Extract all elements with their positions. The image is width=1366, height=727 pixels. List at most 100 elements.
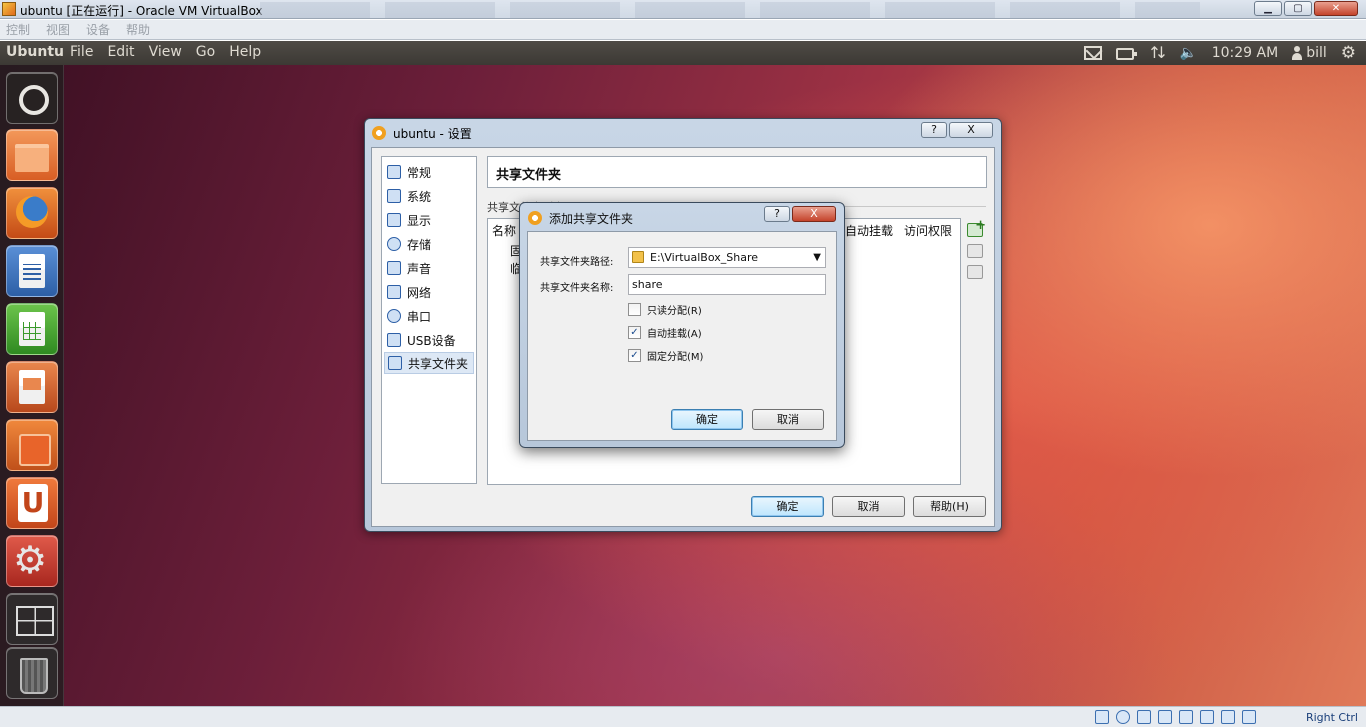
clock[interactable]: 10:29 AM xyxy=(1212,45,1278,61)
help-button[interactable]: ? xyxy=(764,206,790,222)
virtualbox-icon xyxy=(2,2,16,16)
nav-label: USB设备 xyxy=(407,333,456,348)
menu-view[interactable]: 视图 xyxy=(46,21,70,38)
nav-label: 共享文件夹 xyxy=(408,356,469,371)
menu-devices[interactable]: 设备 xyxy=(86,21,110,38)
libreoffice-impress-icon[interactable] xyxy=(6,361,58,413)
ok-button[interactable]: 确定 xyxy=(671,409,743,430)
nav-serial[interactable]: 串口 xyxy=(384,305,474,327)
libreoffice-calc-icon[interactable] xyxy=(6,303,58,355)
system-settings-icon[interactable] xyxy=(6,535,58,587)
nav-usb[interactable]: USB设备 xyxy=(384,329,474,351)
menu-help[interactable]: Help xyxy=(229,44,261,60)
host-title-bar: ubuntu [正在运行] - Oracle VM VirtualBox ▁ ▢… xyxy=(0,0,1366,19)
column-access[interactable]: 访问权限 xyxy=(904,222,952,239)
settings-dialog-title: ubuntu - 设置 xyxy=(393,127,472,141)
video-capture-icon[interactable] xyxy=(1200,710,1214,724)
nav-general[interactable]: 常规 xyxy=(384,161,474,183)
help-button[interactable]: ? xyxy=(921,122,947,138)
permanent-checkbox-row[interactable]: ✓ 固定分配(M) xyxy=(628,347,703,363)
software-center-icon[interactable] xyxy=(6,419,58,471)
libreoffice-writer-icon[interactable] xyxy=(6,245,58,297)
settings-cog-icon xyxy=(372,126,386,140)
network-adapter-icon xyxy=(387,285,401,299)
nav-label: 显示 xyxy=(407,213,432,228)
background-taskbar-ghosts xyxy=(260,2,1200,18)
menu-view[interactable]: View xyxy=(149,44,182,60)
column-name[interactable]: 名称 xyxy=(492,222,516,239)
display-icon xyxy=(387,213,401,227)
ubuntu-top-panel: Ubuntu File Edit View Go Help 🔈 10:29 AM… xyxy=(0,41,1366,65)
nav-network[interactable]: 网络 xyxy=(384,281,474,303)
settings-dialog-titlebar[interactable]: ubuntu - 设置 ? X xyxy=(365,119,1001,147)
disk-icon xyxy=(387,237,401,251)
close-button[interactable]: X xyxy=(949,122,993,138)
user-menu[interactable]: bill xyxy=(1292,45,1327,61)
folder-path-value: E:\VirtualBox_Share xyxy=(650,251,758,264)
ok-button[interactable]: 确定 xyxy=(751,496,824,517)
folder-path-select[interactable]: E:\VirtualBox_Share ▼ xyxy=(628,247,826,268)
menu-edit[interactable]: Edit xyxy=(107,44,134,60)
chip-icon xyxy=(387,189,401,203)
serial-port-icon xyxy=(387,309,401,323)
ubuntu-one-icon[interactable] xyxy=(6,477,58,529)
virtualbox-menubar: 控制 视图 设备 帮助 xyxy=(0,20,1366,40)
close-button[interactable]: X xyxy=(792,206,836,222)
readonly-checkbox[interactable] xyxy=(628,302,641,316)
network-icon[interactable] xyxy=(1158,710,1172,724)
menu-help[interactable]: 帮助 xyxy=(126,21,150,38)
usb-icon xyxy=(387,333,401,347)
permanent-checkbox[interactable]: ✓ xyxy=(628,348,641,362)
column-automount[interactable]: 自动挂载 xyxy=(845,222,893,239)
volume-icon[interactable]: 🔈 xyxy=(1180,46,1198,60)
usb-icon[interactable] xyxy=(1137,710,1151,724)
edit-share-icon[interactable] xyxy=(967,244,983,258)
host-key-label: Right Ctrl xyxy=(1305,711,1358,724)
menu-control[interactable]: 控制 xyxy=(6,21,30,38)
chevron-down-icon[interactable]: ▼ xyxy=(813,251,821,265)
cpu-icon[interactable] xyxy=(1221,710,1235,724)
session-gear-icon[interactable]: ⚙ xyxy=(1341,44,1356,62)
workspace-switcher-icon[interactable] xyxy=(6,593,58,645)
nav-display[interactable]: 显示 xyxy=(384,209,474,231)
close-button[interactable]: ✕ xyxy=(1314,1,1358,16)
automount-checkbox[interactable]: ✓ xyxy=(628,325,641,339)
remove-share-icon[interactable] xyxy=(967,265,983,279)
firefox-icon[interactable] xyxy=(6,187,58,239)
automount-checkbox-row[interactable]: ✓ 自动挂载(A) xyxy=(628,324,702,340)
shared-folders-icon[interactable] xyxy=(1179,710,1193,724)
nav-audio[interactable]: 声音 xyxy=(384,257,474,279)
page-title: 共享文件夹 xyxy=(487,156,987,188)
network-icon[interactable] xyxy=(1148,46,1168,60)
help-button[interactable]: 帮助(H) xyxy=(913,496,986,517)
files-icon[interactable] xyxy=(6,129,58,181)
menu-file[interactable]: File xyxy=(70,44,93,60)
maximize-button[interactable]: ▢ xyxy=(1284,1,1312,16)
optical-drive-icon[interactable] xyxy=(1116,710,1130,724)
folder-name-field[interactable]: share xyxy=(628,274,826,295)
cancel-button[interactable]: 取消 xyxy=(832,496,905,517)
folder-name-label: 共享文件夹名称: xyxy=(540,283,614,294)
nav-system[interactable]: 系统 xyxy=(384,185,474,207)
readonly-label: 只读分配(R) xyxy=(647,305,702,317)
unity-launcher xyxy=(0,65,64,706)
user-name: bill xyxy=(1306,45,1327,61)
trash-icon[interactable] xyxy=(6,647,58,699)
nav-label: 网络 xyxy=(407,285,432,300)
readonly-checkbox-row[interactable]: 只读分配(R) xyxy=(628,301,702,317)
mouse-integration-icon[interactable] xyxy=(1242,710,1256,724)
menu-go[interactable]: Go xyxy=(196,44,215,60)
hard-disk-icon[interactable] xyxy=(1095,710,1109,724)
cancel-button[interactable]: 取消 xyxy=(752,409,824,430)
minimize-button[interactable]: ▁ xyxy=(1254,1,1282,16)
dialog-cog-icon xyxy=(528,211,542,225)
automount-label: 自动挂载(A) xyxy=(647,328,702,340)
dash-home-icon[interactable] xyxy=(6,72,58,124)
nav-shared-folders[interactable]: 共享文件夹 xyxy=(384,352,474,374)
mail-icon[interactable] xyxy=(1083,46,1102,60)
nav-label: 声音 xyxy=(407,261,432,276)
nav-storage[interactable]: 存储 xyxy=(384,233,474,255)
battery-icon[interactable] xyxy=(1115,47,1137,60)
add-share-icon[interactable] xyxy=(967,218,986,237)
ubuntu-brand: Ubuntu xyxy=(6,44,64,60)
